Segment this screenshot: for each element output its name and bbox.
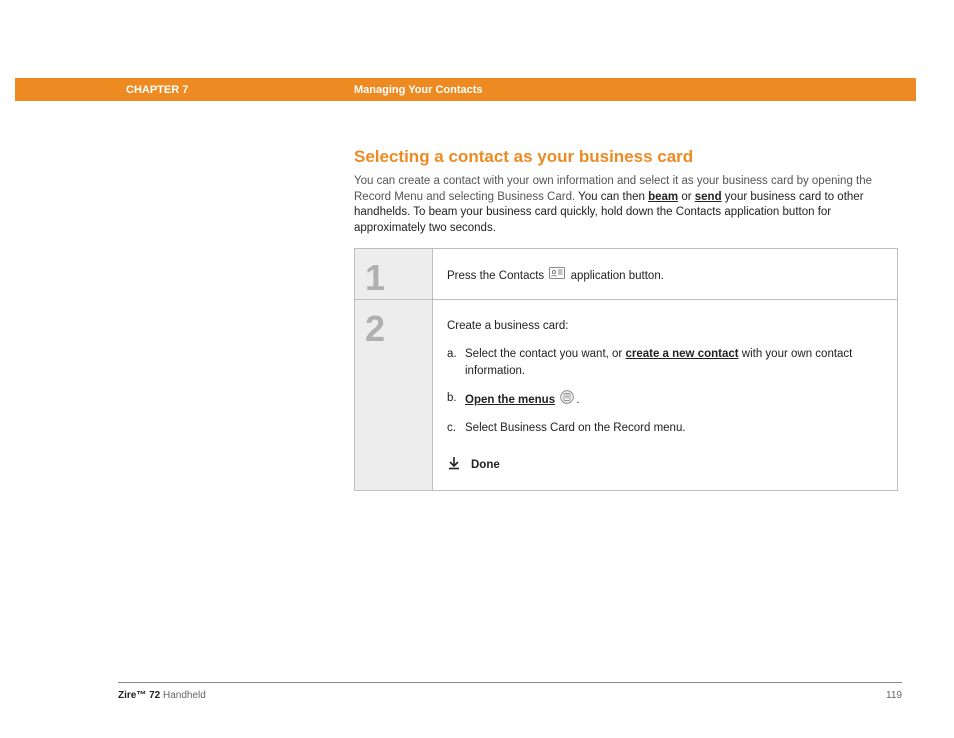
menu-icon [560,390,574,410]
page-number: 119 [886,690,902,701]
chapter-header: CHAPTER 7 Managing Your Contacts [15,78,916,101]
product-name-bold: Zire™ 72 [118,690,160,701]
send-link[interactable]: send [695,191,722,203]
create-new-contact-link[interactable]: create a new contact [625,348,738,360]
substep-a-prefix: Select the contact you want, or [465,348,625,360]
substep-text: Open the menus . [465,390,877,410]
substep-text: Select Business Card on the Record menu. [465,420,877,437]
step-body: Press the Contacts application button. [433,249,897,299]
substep-a: a. Select the contact you want, or creat… [447,346,877,381]
substep-b-suffix: . [576,394,579,406]
done-icon [447,456,461,476]
substep-letter: a. [447,346,465,381]
footer-rule [118,682,902,683]
product-name: Zire™ 72 Handheld [118,690,206,701]
open-menus-link[interactable]: Open the menus [465,394,555,406]
intro-text-dark-prefix: You can then [575,191,648,203]
substep-b: b. Open the menus . [447,390,877,410]
step1-text-prefix: Press the Contacts [447,270,547,282]
step-body: Create a business card: a. Select the co… [433,300,897,490]
step-number: 1 [355,249,433,299]
step2-lead: Create a business card: [447,318,877,335]
section-heading: Selecting a contact as your business car… [354,147,894,167]
page-footer: Zire™ 72 Handheld 119 [118,690,902,701]
substep-letter: b. [447,390,465,410]
intro-text-dark-mid: or [678,191,695,203]
done-label: Done [471,457,500,474]
contacts-icon [549,267,565,285]
section-content: Selecting a contact as your business car… [354,147,894,236]
substep-letter: c. [447,420,465,437]
beam-link[interactable]: beam [648,191,678,203]
done-row: Done [447,456,877,476]
chapter-title: Managing Your Contacts [354,84,483,96]
step-row: 2 Create a business card: a. Select the … [355,300,897,490]
substep-text: Select the contact you want, or create a… [465,346,877,381]
steps-table: 1 Press the Contacts application button.… [354,248,898,491]
step-row: 1 Press the Contacts application button. [355,249,897,300]
product-name-rest: Handheld [160,690,206,701]
intro-paragraph: You can create a contact with your own i… [354,174,894,236]
chapter-label: CHAPTER 7 [126,84,188,96]
step1-text-suffix: application button. [571,270,664,282]
step-number: 2 [355,300,433,490]
substep-c: c. Select Business Card on the Record me… [447,420,877,437]
